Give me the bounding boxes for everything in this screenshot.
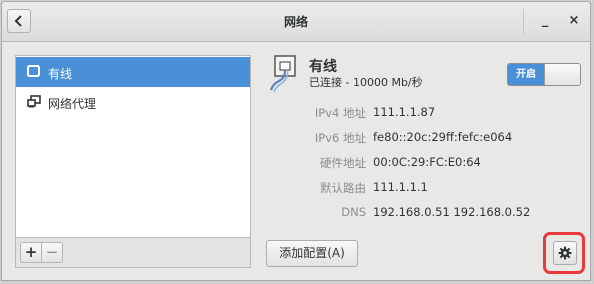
connection-toggle-switch[interactable]: 开启: [507, 63, 581, 86]
remove-connection-button[interactable]: −: [41, 242, 63, 263]
dns-value: 192.168.0.51 192.168.0.52: [373, 205, 531, 219]
dns-label: DNS: [341, 205, 366, 219]
ipv4-value: 111.1.1.87: [373, 105, 436, 119]
title-bar: 网络 _ ×: [2, 2, 590, 42]
hardware-address-label: 硬件地址: [320, 156, 366, 170]
minimize-button[interactable]: _: [536, 12, 554, 30]
add-profile-button[interactable]: 添加配置(A): [266, 240, 358, 267]
title-separator: [523, 9, 524, 34]
list-item-network-proxy[interactable]: 网络代理: [16, 87, 250, 117]
connection-list: 有线 网络代理: [15, 55, 251, 238]
add-connection-button[interactable]: +: [20, 242, 42, 263]
default-route-label: 默认路由: [320, 181, 366, 195]
ethernet-connection-icon: [269, 55, 296, 93]
ipv6-label: IPv6 地址: [314, 131, 366, 145]
gear-icon: [558, 246, 572, 260]
ipv4-label: IPv4 地址: [314, 106, 366, 120]
default-route-value: 111.1.1.1: [373, 180, 428, 194]
switch-knob[interactable]: [544, 64, 580, 85]
wired-network-icon: [27, 65, 40, 77]
list-item-label: 网络代理: [48, 97, 97, 111]
ipv6-value: fe80::20c:29ff:fefc:e064: [373, 130, 513, 144]
connection-name: 有线: [309, 59, 337, 75]
list-item-wired[interactable]: 有线: [16, 57, 250, 87]
connection-settings-button[interactable]: [553, 241, 577, 265]
list-item-label: 有线: [48, 67, 73, 81]
network-settings-window: 网络 _ × 有线 网络代理 + − 有线 已连接 - 10000 Mb/秒 开…: [1, 1, 591, 281]
network-proxy-icon: [27, 95, 41, 108]
connection-status: 已连接 - 10000 Mb/秒: [309, 76, 423, 89]
window-title: 网络: [283, 15, 308, 29]
hardware-address-value: 00:0C:29:FC:E0:64: [373, 155, 481, 169]
list-toolbar: + −: [15, 237, 251, 268]
switch-on-label: 开启: [508, 64, 544, 85]
close-button[interactable]: ×: [565, 12, 583, 30]
